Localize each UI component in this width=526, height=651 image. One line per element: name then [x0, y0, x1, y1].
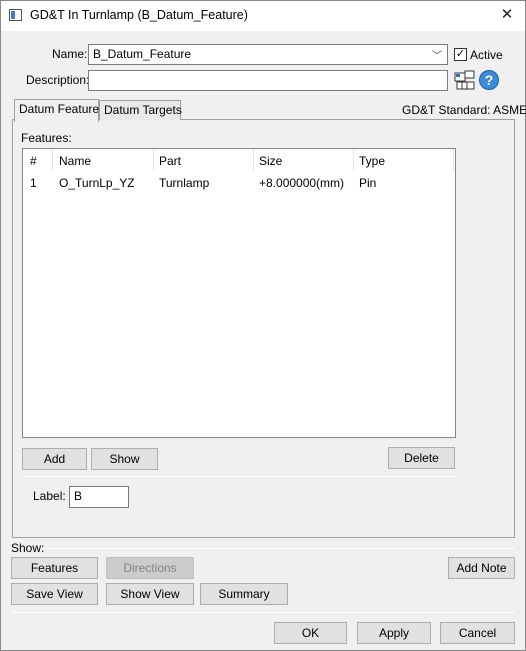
tab-datum-feature[interactable]: Datum Feature: [14, 99, 99, 122]
name-combobox[interactable]: B_Datum_Feature: [88, 44, 448, 65]
column-header-number[interactable]: #: [30, 154, 37, 168]
row-name: O_TurnLp_YZ: [59, 176, 135, 190]
show-section-label: Show:: [11, 541, 45, 555]
features-label: Features:: [21, 131, 72, 145]
column-divider: [253, 149, 254, 171]
show-view-button[interactable]: Show View: [106, 583, 194, 605]
delete-feature-button[interactable]: Delete: [388, 447, 455, 469]
footer-divider: [11, 612, 515, 613]
chevron-down-icon[interactable]: ﹀: [432, 47, 442, 62]
show-directions-button[interactable]: Directions: [106, 557, 194, 579]
row-size: +8.000000(mm): [259, 176, 345, 190]
datum-label-input[interactable]: B: [69, 486, 129, 508]
app-window-icon: [9, 9, 22, 21]
column-header-size[interactable]: Size: [259, 154, 282, 168]
row-type: Pin: [359, 176, 377, 190]
save-view-button[interactable]: Save View: [11, 583, 98, 605]
summary-button[interactable]: Summary: [200, 583, 288, 605]
column-header-part[interactable]: Part: [159, 154, 181, 168]
column-divider: [52, 149, 53, 171]
column-divider: [353, 149, 354, 171]
description-label: Description:: [26, 73, 90, 87]
active-label: Active: [470, 48, 503, 62]
add-feature-button[interactable]: Add: [22, 448, 87, 470]
name-value: B_Datum_Feature: [93, 47, 192, 61]
divider: [22, 476, 456, 477]
name-label: Name:: [52, 47, 88, 61]
apply-button[interactable]: Apply: [357, 622, 431, 644]
window-title: GD&T In Turnlamp (B_Datum_Feature): [30, 8, 248, 22]
add-note-button[interactable]: Add Note: [448, 557, 515, 579]
description-input[interactable]: [88, 70, 448, 91]
checkmark-icon: ✓: [455, 48, 466, 60]
tab-datum-targets[interactable]: Datum Targets: [99, 100, 182, 120]
show-feature-button[interactable]: Show: [91, 448, 158, 470]
ok-button[interactable]: OK: [274, 622, 347, 644]
gdt-symbol-icon[interactable]: [454, 70, 476, 90]
column-divider: [153, 149, 154, 171]
help-icon[interactable]: ?: [479, 70, 499, 90]
row-part: Turnlamp: [159, 176, 210, 190]
active-checkbox[interactable]: ✓: [454, 48, 467, 61]
gdt-standard-text: GD&T Standard: ASME: [402, 103, 526, 117]
column-divider: [453, 149, 454, 171]
row-number: 1: [30, 176, 37, 190]
column-header-name[interactable]: Name: [59, 154, 91, 168]
close-button[interactable]: ✕: [493, 3, 521, 27]
show-features-button[interactable]: Features: [11, 557, 98, 579]
datum-label-caption: Label:: [33, 489, 66, 503]
table-header: # Name Part Size Type: [23, 149, 455, 171]
show-divider: [47, 548, 515, 549]
cancel-button[interactable]: Cancel: [440, 622, 515, 644]
column-header-type[interactable]: Type: [359, 154, 385, 168]
table-row[interactable]: 1 O_TurnLp_YZ Turnlamp +8.000000(mm) Pin: [23, 172, 455, 192]
